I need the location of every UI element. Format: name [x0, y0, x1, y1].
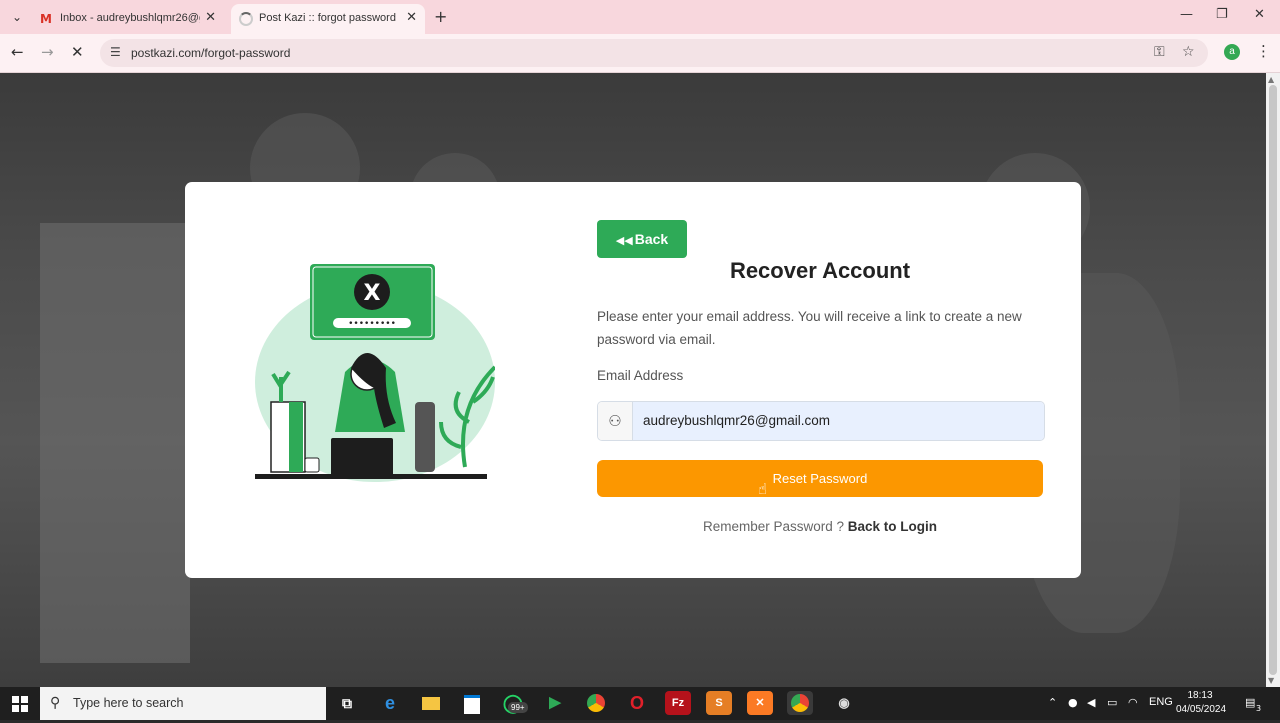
background-whiteboard: [40, 223, 190, 663]
window-close-icon[interactable]: ✕: [1254, 7, 1265, 22]
svg-text:X: X: [364, 281, 381, 306]
svg-text:•••••••••: •••••••••: [348, 319, 396, 329]
stop-loading-icon[interactable]: ✕: [71, 43, 84, 61]
meet-icon[interactable]: ▶: [542, 691, 568, 715]
profile-avatar[interactable]: a: [1224, 44, 1240, 60]
minimize-icon[interactable]: —: [1180, 7, 1193, 22]
tab-gmail-inbox[interactable]: M Inbox - audreybushlqmr26@gm ✕: [32, 4, 224, 34]
taskbar-clock[interactable]: 18:13 04/05/2024: [1176, 689, 1227, 717]
loading-spinner-icon: [239, 12, 253, 26]
notification-count: 3: [1256, 704, 1262, 713]
email-field[interactable]: audreybushlqmr26@gmail.com: [633, 402, 1044, 440]
hand-cursor-icon: ☝: [758, 480, 768, 498]
scroll-up-icon[interactable]: ▲: [1268, 75, 1274, 84]
bookmark-star-icon[interactable]: ☆: [1182, 44, 1195, 60]
windows-start-icon[interactable]: [12, 696, 28, 712]
store-icon[interactable]: [459, 691, 485, 715]
address-bar[interactable]: ☰ postkazi.com/forgot-password ⚿ ☆: [100, 39, 1208, 67]
battery-icon[interactable]: ▭: [1107, 696, 1117, 709]
close-icon[interactable]: ✕: [406, 10, 417, 25]
remember-password-line: Remember Password ? Back to Login: [597, 519, 1043, 534]
reset-password-button[interactable]: Reset Password: [597, 460, 1043, 497]
page-title: Recover Account: [729, 258, 911, 283]
notifications-icon[interactable]: ▤: [1245, 696, 1255, 709]
whatsapp-unread-badge: 99+: [508, 702, 528, 713]
back-button[interactable]: ◀◀ Back: [597, 220, 687, 258]
language-indicator[interactable]: ENG: [1149, 696, 1173, 708]
tab-search-chevron-icon[interactable]: ⌄: [6, 7, 28, 27]
clock-date: 04/05/2024: [1176, 704, 1227, 715]
scrollbar-thumb[interactable]: [1269, 85, 1277, 675]
more-menu-icon[interactable]: ⋮: [1256, 42, 1271, 60]
tab-title: Post Kazi :: forgot password: [259, 12, 396, 24]
password-key-icon[interactable]: ⚿: [1154, 44, 1165, 60]
wifi-icon[interactable]: ◠: [1128, 696, 1138, 709]
opera-icon[interactable]: O: [624, 691, 650, 715]
gmail-icon: M: [40, 12, 52, 26]
edge-icon[interactable]: e: [377, 691, 403, 715]
filezilla-icon[interactable]: Fz: [665, 691, 691, 715]
browser-toolbar: ← → ✕ ☰ postkazi.com/forgot-password ⚿ ☆…: [0, 34, 1280, 73]
close-icon[interactable]: ✕: [205, 10, 216, 25]
user-icon: ⚇: [598, 402, 633, 440]
chrome-icon[interactable]: [583, 691, 609, 715]
xampp-icon[interactable]: ✕: [747, 691, 773, 715]
page-background: X ••••••••• ◀◀ Back Recover Account Pleas…: [0, 73, 1266, 687]
page-scrollbar[interactable]: ▲ ▼: [1266, 73, 1280, 687]
back-to-login-link[interactable]: Back to Login: [848, 519, 937, 534]
new-tab-button[interactable]: +: [434, 7, 447, 26]
tab-post-kazi[interactable]: Post Kazi :: forgot password ✕: [231, 4, 425, 34]
email-label: Email Address: [597, 368, 684, 383]
microphone-icon[interactable]: ●: [1068, 696, 1078, 709]
scroll-down-icon[interactable]: ▼: [1268, 676, 1274, 685]
tab-title: Inbox - audreybushlqmr26@gm: [60, 12, 200, 24]
url-text[interactable]: postkazi.com/forgot-password: [131, 46, 290, 60]
tray-chevron-icon[interactable]: ⌃: [1048, 696, 1057, 709]
back-button-label: Back: [634, 231, 669, 247]
forgot-password-illustration: X •••••••••: [255, 264, 495, 482]
file-explorer-icon[interactable]: [418, 691, 444, 715]
search-icon: ⚲: [50, 695, 61, 711]
maximize-icon[interactable]: ❐: [1216, 7, 1228, 22]
taskbar-search[interactable]: ⚲ Type here to search: [40, 687, 326, 720]
volume-icon[interactable]: ◀: [1087, 696, 1095, 709]
search-placeholder: Type here to search: [73, 696, 184, 710]
site-info-icon[interactable]: ☰: [110, 45, 121, 59]
remember-text: Remember Password ?: [702, 519, 845, 534]
camera-app-icon[interactable]: ◉: [831, 691, 857, 715]
clock-time: 18:13: [1187, 690, 1213, 701]
forward-arrow-icon[interactable]: →: [41, 43, 54, 61]
sublime-icon[interactable]: S: [706, 691, 732, 715]
browser-tab-bar: ⌄ M Inbox - audreybushlqmr26@gm ✕ Post K…: [0, 0, 1280, 34]
task-view-icon[interactable]: ⧉: [334, 691, 360, 715]
rewind-icon: ◀◀: [615, 234, 633, 247]
email-field-group: ⚇ audreybushlqmr26@gmail.com: [597, 401, 1045, 441]
instructions-text: Please enter your email address. You wil…: [597, 309, 1022, 347]
recover-account-card: X ••••••••• ◀◀ Back Recover Account Pleas…: [185, 182, 1081, 578]
back-arrow-icon[interactable]: ←: [11, 43, 24, 61]
chrome-active-icon[interactable]: [787, 691, 813, 715]
